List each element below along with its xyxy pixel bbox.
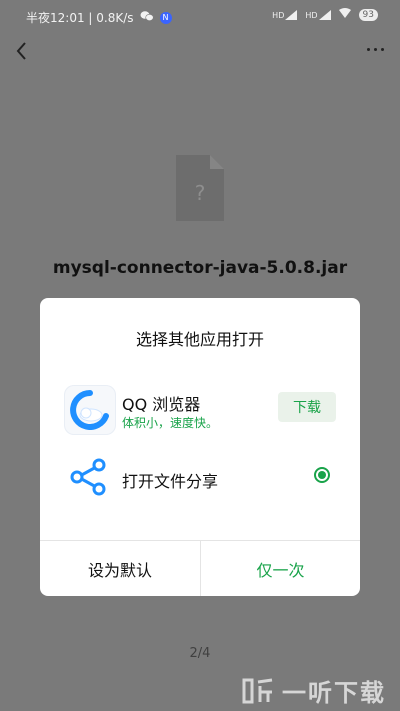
more-dot	[367, 48, 370, 51]
app-option-share[interactable]: 打开文件分享	[40, 453, 360, 499]
selected-radio-button[interactable]	[314, 467, 330, 483]
download-button[interactable]: 下载	[278, 392, 336, 422]
share-label: 打开文件分享	[122, 472, 219, 491]
hd-label-2: HD	[305, 10, 318, 20]
wechat-icon	[140, 10, 154, 25]
more-options-icon[interactable]	[367, 48, 384, 51]
radio-dot	[318, 471, 326, 479]
more-dot	[381, 48, 384, 51]
app-name: QQ 浏览器	[122, 395, 201, 414]
status-right: HD HD 93	[272, 8, 378, 21]
watermark-text: 一听下载	[282, 679, 386, 707]
file-unknown-glyph: ?	[194, 181, 206, 205]
more-dot	[374, 48, 377, 51]
open-with-dialog: 选择其他应用打开 QQ 浏览器 体积小，速度快。 下载 打开文件分享 设为默认 …	[40, 298, 360, 596]
status-bar: 半夜12:01 | 0.8K/s N HD HD 93	[0, 0, 400, 34]
signal-icon-1: HD	[272, 9, 298, 20]
file-name: mysql-connector-java-5.0.8.jar	[52, 258, 348, 278]
back-arrow-icon[interactable]	[12, 40, 34, 62]
watermark-logo-icon	[240, 676, 276, 706]
file-icon: ?	[176, 155, 224, 221]
notification-badge-icon: N	[159, 11, 172, 24]
status-time-speed: 半夜12:01 | 0.8K/s	[26, 11, 134, 25]
signal-icon-2: HD	[305, 9, 331, 20]
dialog-title: 选择其他应用打开	[135, 330, 264, 349]
qq-browser-icon	[64, 385, 116, 435]
page-indicator: 2/4	[189, 646, 211, 661]
app-option-qq-browser[interactable]: QQ 浏览器 体积小，速度快。 下载	[40, 383, 360, 437]
set-default-button[interactable]: 设为默认	[40, 541, 200, 596]
wifi-icon	[338, 8, 351, 21]
hd-label-1: HD	[272, 10, 285, 20]
status-left: 半夜12:01 | 0.8K/s N	[26, 9, 172, 26]
battery-icon: 93	[358, 8, 378, 21]
share-icon	[68, 457, 108, 497]
app-bar	[0, 34, 400, 72]
app-description: 体积小，速度快。	[122, 416, 219, 430]
just-once-button[interactable]: 仅一次	[201, 541, 360, 596]
watermark: 一听下载	[240, 670, 400, 711]
